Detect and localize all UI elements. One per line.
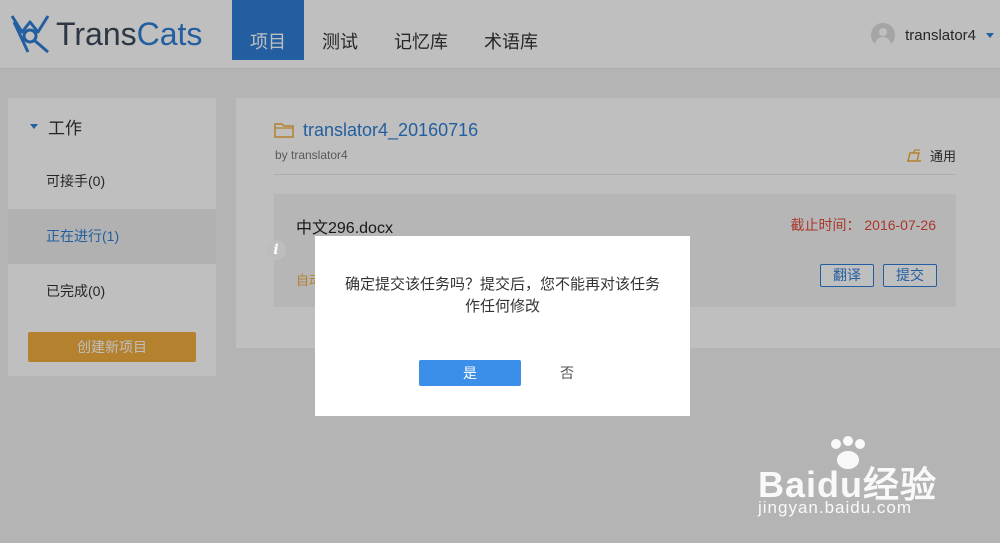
confirm-dialog: 确定提交该任务吗？提交后，您不能再对该任务作任何修改 是 否 (315, 236, 690, 416)
dialog-message: 确定提交该任务吗？提交后，您不能再对该任务作任何修改 (345, 276, 661, 315)
baidu-watermark: Baidu经验 jingyan.baidu.com (758, 436, 948, 526)
info-icon[interactable]: i (266, 240, 286, 260)
watermark-url: jingyan.baidu.com (758, 498, 913, 517)
yes-button[interactable]: 是 (419, 360, 521, 386)
no-button[interactable]: 否 (546, 360, 588, 386)
